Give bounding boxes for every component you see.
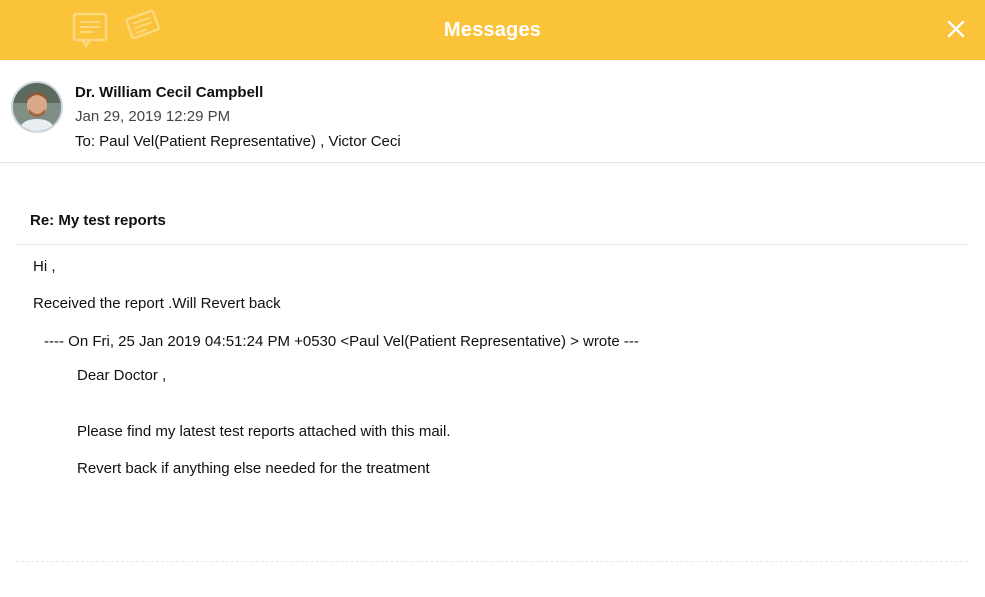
close-icon[interactable] — [945, 18, 967, 40]
quoted-line: Dear Doctor , — [77, 367, 167, 384]
divider — [16, 244, 968, 245]
messages-header: Messages — [0, 0, 985, 60]
message-reply-text: Received the report .Will Revert back — [33, 295, 281, 312]
sender-details: Dr. William Cecil Campbell Jan 29, 2019 … — [0, 60, 985, 163]
recipients: To: Paul Vel(Patient Representative) , V… — [75, 133, 401, 150]
message-greeting: Hi , — [33, 258, 56, 275]
sender-name: Dr. William Cecil Campbell — [75, 84, 264, 101]
message-timestamp: Jan 29, 2019 12:29 PM — [75, 108, 231, 125]
quoted-line: Revert back if anything else needed for … — [77, 460, 430, 477]
quoted-message-header: ---- On Fri, 25 Jan 2019 04:51:24 PM +05… — [44, 333, 639, 350]
page-title: Messages — [443, 19, 542, 41]
quoted-line: Please find my latest test reports attac… — [77, 423, 451, 440]
message-subject: Re: My test reports — [30, 212, 166, 229]
divider — [16, 561, 968, 562]
avatar — [11, 81, 63, 133]
